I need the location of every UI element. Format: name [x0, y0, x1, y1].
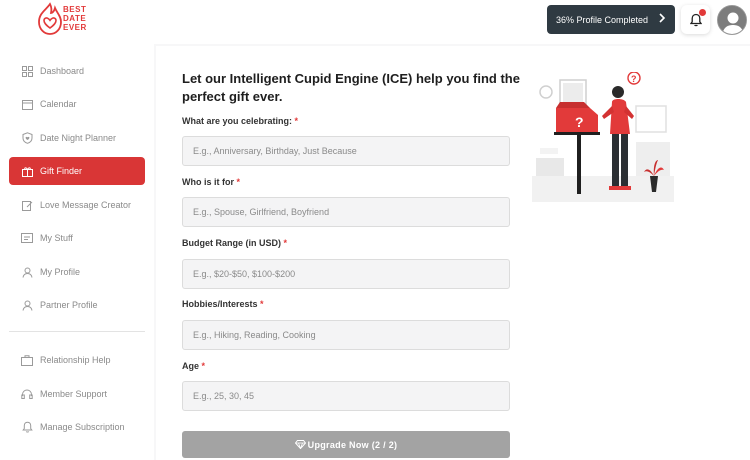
edit-icon: [21, 199, 33, 211]
partner-icon: [21, 299, 33, 311]
svg-text:?: ?: [575, 114, 584, 130]
chevron-right-icon: [658, 13, 666, 26]
sidebar-item-label: Date Night Planner: [40, 133, 117, 143]
occasion-input[interactable]: [182, 136, 510, 166]
gift-finder-card: Let our Intelligent Cupid Engine (ICE) h…: [156, 46, 750, 460]
shield-icon: [21, 132, 33, 144]
profile-completion-label: 36% Profile Completed: [556, 14, 649, 25]
field-label-age: Age *: [182, 361, 206, 371]
notification-badge: [699, 9, 706, 16]
sidebar-item-label: Partner Profile: [40, 300, 98, 310]
brand-logo[interactable]: BEST DATE EVER: [36, 2, 96, 38]
svg-text:?: ?: [631, 74, 637, 84]
sidebar-item-label: Relationship Help: [40, 355, 111, 365]
sidebar-item-date-night-planner[interactable]: Date Night Planner: [9, 124, 145, 152]
sidebar-item-my-profile[interactable]: My Profile: [9, 258, 145, 286]
age-input[interactable]: [182, 381, 510, 411]
recipient-input[interactable]: [182, 197, 510, 227]
sidebar-divider: [9, 331, 145, 332]
sidebar-item-gift-finder[interactable]: Gift Finder: [9, 157, 145, 185]
sidebar-item-label: Member Support: [40, 389, 108, 399]
sidebar-item-love-message-creator[interactable]: Love Message Creator: [9, 191, 145, 219]
sidebar-item-my-stuff[interactable]: My Stuff: [9, 224, 145, 252]
sidebar-item-label: Manage Subscription: [40, 422, 125, 432]
top-header: BEST DATE EVER 36% Profile Completed: [0, 0, 750, 44]
field-label-occasion: What are you celebrating: *: [182, 116, 299, 126]
user-icon: [21, 266, 33, 278]
sidebar-item-manage-subscription[interactable]: Manage Subscription: [9, 413, 145, 441]
diamond-icon: [294, 440, 306, 449]
sidebar-item-label: My Stuff: [40, 233, 73, 243]
field-label-budget: Budget Range (in USD) *: [182, 238, 288, 248]
sidebar-item-label: Calendar: [40, 99, 77, 109]
sidebar-item-dashboard[interactable]: Dashboard: [9, 57, 145, 85]
user-silhouette-icon: [718, 6, 746, 34]
sidebar-item-member-support[interactable]: Member Support: [9, 380, 145, 408]
upgrade-now-label: Upgrade Now (2 / 2): [307, 439, 398, 450]
calendar-icon: [21, 98, 33, 110]
dashboard-icon: [21, 65, 33, 77]
folder-icon: [21, 232, 33, 244]
upgrade-now-button[interactable]: Upgrade Now (2 / 2): [182, 431, 510, 458]
sidebar: Dashboard Calendar Date Night Planner Gi…: [0, 44, 154, 460]
field-label-recipient: Who is it for *: [182, 177, 241, 187]
bell-icon: [21, 421, 33, 433]
flame-heart-icon: [38, 2, 62, 35]
notifications-button[interactable]: [681, 5, 710, 34]
hobbies-input[interactable]: [182, 320, 510, 350]
field-label-hobbies: Hobbies/Interests *: [182, 299, 264, 309]
sidebar-item-partner-profile[interactable]: Partner Profile: [9, 291, 145, 319]
budget-input[interactable]: [182, 259, 510, 289]
sidebar-item-label: Gift Finder: [40, 166, 83, 176]
gift-mailbox-illustration: ? ?: [532, 72, 674, 206]
main-content: Let our Intelligent Cupid Engine (ICE) h…: [154, 44, 750, 460]
user-avatar[interactable]: [717, 5, 747, 35]
gift-icon: [21, 165, 33, 177]
sidebar-item-label: Love Message Creator: [40, 200, 132, 210]
sidebar-item-label: My Profile: [40, 267, 81, 277]
page-title: Let our Intelligent Cupid Engine (ICE) h…: [182, 71, 520, 104]
profile-completion-button[interactable]: 36% Profile Completed: [547, 5, 675, 34]
brand-wordmark: BEST DATE EVER: [63, 5, 87, 32]
headset-icon: [21, 388, 33, 400]
sidebar-item-calendar[interactable]: Calendar: [9, 90, 145, 118]
sidebar-item-relationship-help[interactable]: Relationship Help: [9, 346, 145, 374]
help-icon: [21, 354, 33, 366]
sidebar-item-label: Dashboard: [40, 66, 85, 76]
